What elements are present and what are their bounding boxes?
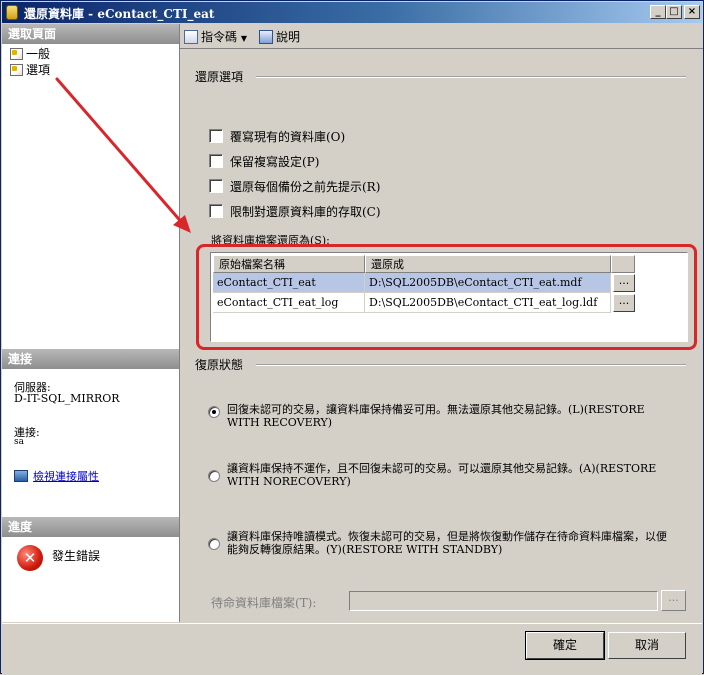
help-button[interactable]: 說明 [259,28,300,45]
standby-browse-button: ... [661,590,686,611]
restore-options-label: 還原選項 [195,70,244,84]
recovery-option-text: 讓資料庫保持唯讀模式。恢復未認可的交易，但是將恢復動作儲存在待命資料庫檔案，以便… [227,530,667,556]
close-button[interactable]: × [684,5,700,19]
connection-header: 連接 [2,349,179,369]
recovery-state-divider [256,364,686,366]
help-label: 說明 [276,30,301,44]
page-options-label: 選項 [26,63,51,77]
recovery-option-standby[interactable]: 讓資料庫保持唯讀模式。恢復未認可的交易，但是將恢復動作儲存在待命資料庫檔案，以便… [208,530,678,558]
options-page: 還原選項 覆寫現有的資料庫(O) 保留複寫設定(P) 還原每個備份之前先提示(R… [180,49,703,622]
progress-area: ✕ 發生錯誤 [2,517,179,617]
restrict-access-label: 限制對還原資料庫的存取(C) [230,205,381,219]
recovery-option-text: 回復未認可的交易，讓資料庫保持備妥可用。無法還原其他交易記錄。(L)(RESTO… [227,403,645,429]
script-button[interactable]: 指令碼 ▼ [184,28,247,45]
overwrite-label: 覆寫現有的資料庫(O) [230,130,346,144]
page-general[interactable]: 一般 [10,46,50,62]
title-bar: 還原資料庫 - eContact_CTI_eat _ □ × [2,2,702,23]
toolbar: 指令碼 ▼ 說明 [180,24,703,48]
connection-properties-icon [14,470,28,482]
checkbox-box[interactable] [209,129,223,143]
radio-button[interactable] [208,470,220,482]
minimize-button[interactable]: _ [650,5,666,19]
select-page-header: 選取頁面 [2,24,179,44]
view-connection-properties[interactable]: 檢視連接屬性 [14,468,99,484]
restore-database-dialog: 還原資料庫 - eContact_CTI_eat _ □ × 選取頁面 一般 選… [0,0,704,674]
script-icon [184,30,198,44]
checkbox-box[interactable] [209,179,223,193]
page-options[interactable]: 選項 [10,62,50,78]
recovery-option-recovery[interactable]: 回復未認可的交易，讓資料庫保持備妥可用。無法還原其他交易記錄。(L)(RESTO… [208,403,678,431]
error-icon: ✕ [17,545,43,571]
standby-file-label: 待命資料庫檔案(T): [211,596,317,610]
prompt-before-restore-checkbox[interactable]: 還原每個備份之前先提示(R) [209,179,381,194]
recovery-option-norecovery[interactable]: 讓資料庫保持不運作，且不回復未認可的交易。可以還原其他交易記錄。(A)(REST… [208,462,678,490]
overwrite-checkbox[interactable]: 覆寫現有的資料庫(O) [209,129,346,144]
script-label: 指令碼 [201,30,238,44]
connection-value: sa [14,437,24,447]
view-connection-link[interactable]: 檢視連接屬性 [33,470,99,483]
page-icon [10,48,23,60]
chevron-down-icon: ▼ [240,34,247,43]
radio-button[interactable] [208,406,220,418]
ok-button[interactable]: 確定 [525,631,605,660]
server-value: D-IT-SQL_MIRROR [14,392,120,405]
progress-status: 發生錯誤 [52,549,101,563]
maximize-button[interactable]: □ [666,5,682,19]
recovery-state-label: 復原狀態 [195,358,244,372]
dialog-button-bar: 確定 取消 [2,623,702,674]
prompt-before-restore-label: 還原每個備份之前先提示(R) [230,180,381,194]
left-panel: 選取頁面 一般 選項 連接 伺服器: D-IT-SQL_MIRROR 連接: s… [2,24,180,622]
radio-button[interactable] [208,538,220,550]
page-general-label: 一般 [26,47,51,61]
database-icon [6,5,18,20]
page-icon [10,64,23,76]
cancel-button[interactable]: 取消 [608,632,686,659]
window-title: 還原資料庫 - eContact_CTI_eat [24,7,215,21]
preserve-replication-label: 保留複寫設定(P) [230,155,320,169]
checkbox-box[interactable] [209,154,223,168]
standby-file-input [349,591,658,611]
restrict-access-checkbox[interactable]: 限制對還原資料庫的存取(C) [209,204,381,219]
help-icon [259,30,273,44]
restore-options-divider [256,76,686,78]
preserve-replication-checkbox[interactable]: 保留複寫設定(P) [209,154,320,169]
checkbox-box[interactable] [209,204,223,218]
recovery-option-text: 讓資料庫保持不運作，且不回復未認可的交易。可以還原其他交易記錄。(A)(REST… [227,462,657,488]
annotation-highlight-box [196,244,697,350]
right-panel: 指令碼 ▼ 說明 還原選項 覆寫現有的資料庫(O) 保留複寫設定(P) 還原每個… [180,24,703,622]
